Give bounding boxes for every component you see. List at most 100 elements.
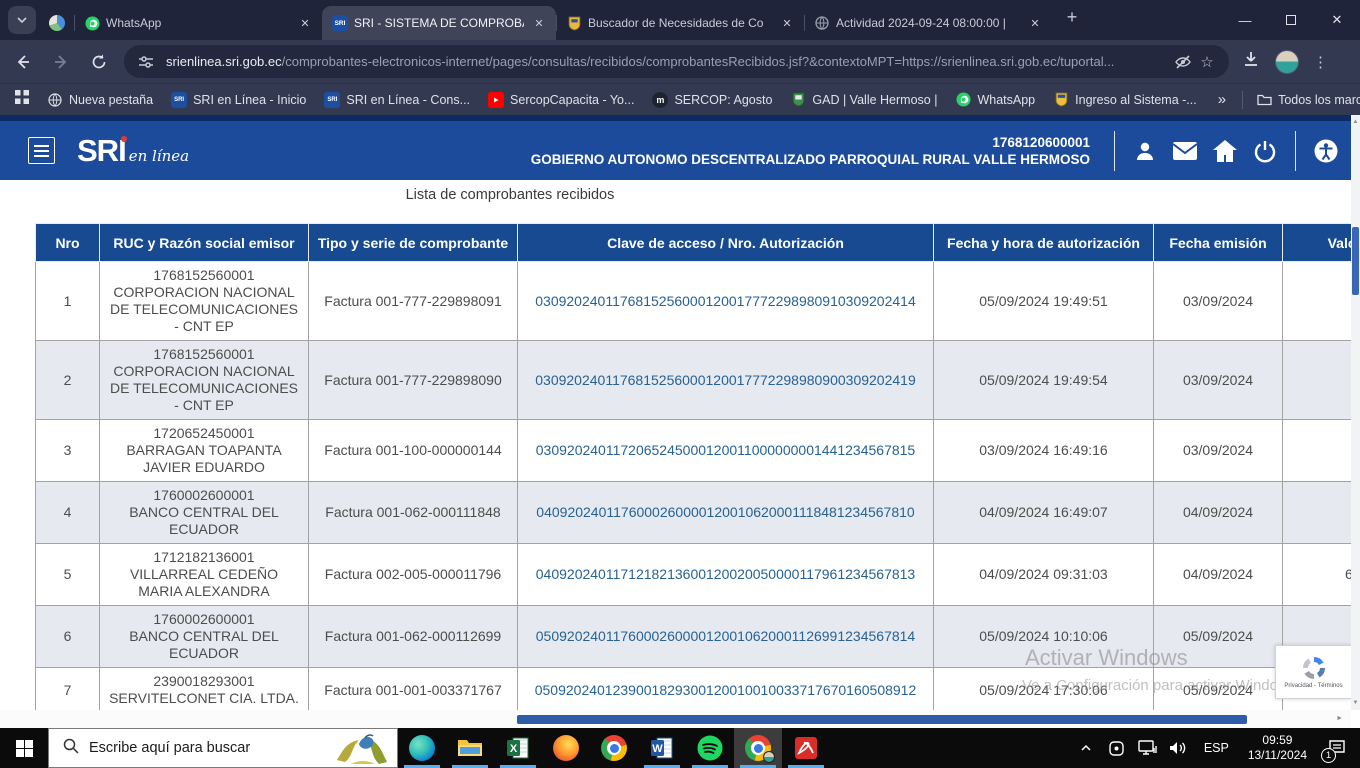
scroll-up-icon[interactable]: ▲ <box>1351 119 1360 125</box>
taskbar-app-explorer[interactable] <box>446 728 494 768</box>
reload-button[interactable] <box>84 47 114 77</box>
bookmarks-overflow-icon[interactable]: » <box>1206 91 1238 108</box>
browser-menu-icon[interactable]: ⋮ <box>1313 53 1328 71</box>
gad-crest-icon <box>790 92 806 108</box>
tab-title: SRI - SISTEMA DE COMPROBAN <box>354 16 524 30</box>
cell-ruc-razon: 1760002600001BANCO CENTRAL DEL ECUADOR <box>100 606 309 668</box>
forward-button[interactable] <box>46 47 76 77</box>
window-close-button[interactable]: ✕ <box>1314 0 1360 40</box>
url-bar[interactable]: srienlinea.sri.gob.ec/comprobantes-elect… <box>124 45 1229 78</box>
download-icon[interactable] <box>1241 49 1261 74</box>
tray-app-icon[interactable] <box>1105 735 1129 761</box>
vertical-scrollbar[interactable]: ▲ ▼ <box>1351 115 1360 710</box>
new-tab-button[interactable]: + <box>1058 3 1086 31</box>
taskbar-app-chrome-active[interactable] <box>734 728 782 768</box>
clave-link[interactable]: 0309202401176815256000120017772298980910… <box>535 293 915 309</box>
window-minimize-button[interactable]: — <box>1222 0 1268 40</box>
taskbar-app-acrobat[interactable] <box>782 728 830 768</box>
tray-network-display-icon[interactable] <box>1136 735 1160 761</box>
site-settings-icon[interactable] <box>134 50 158 74</box>
all-bookmarks-button[interactable]: Todos los marcadores <box>1247 88 1360 112</box>
url-text[interactable]: srienlinea.sri.gob.ec/comprobantes-elect… <box>166 54 1171 69</box>
clave-link[interactable]: 0409202401171218213600120020050000117961… <box>536 566 915 582</box>
whatsapp-icon <box>84 15 100 31</box>
mail-icon[interactable] <box>1165 135 1205 167</box>
clave-link[interactable]: 0509202401239001829300120010010033717670… <box>535 682 917 698</box>
taskbar-app-excel[interactable]: X <box>494 728 542 768</box>
user-icon[interactable] <box>1125 135 1165 167</box>
col-header-tipo: Tipo y serie de comprobante <box>309 224 518 262</box>
vertical-scroll-thumb[interactable] <box>1352 227 1359 295</box>
tray-language-indicator[interactable]: ESP <box>1198 741 1235 755</box>
reload-icon <box>90 53 108 71</box>
bookmark-sercop-agosto[interactable]: m SERCOP: Agosto <box>643 88 781 112</box>
tab-close-icon[interactable]: ✕ <box>530 14 548 32</box>
taskbar-app-chrome[interactable] <box>590 728 638 768</box>
tray-volume-icon[interactable] <box>1167 735 1191 761</box>
notification-center-button[interactable]: 1 <box>1320 728 1354 768</box>
recaptcha-terms[interactable]: Privacidad - Términos <box>1284 683 1342 689</box>
clave-link[interactable]: 0509202401176000260000120010620001126991… <box>536 628 915 644</box>
horizontal-scrollbar[interactable]: ► <box>0 710 1351 728</box>
tab-buscador[interactable]: Buscador de Necesidades de Co ✕ <box>556 6 804 40</box>
taskbar-app-word[interactable]: W <box>638 728 686 768</box>
tab-search-button[interactable] <box>8 6 36 34</box>
tray-clock[interactable]: 09:59 13/11/2024 <box>1242 733 1313 763</box>
cell-nro: 4 <box>36 482 100 544</box>
col-header-clave: Clave de acceso / Nro. Autorización <box>518 224 934 262</box>
eye-off-icon[interactable] <box>1171 50 1195 74</box>
bookmark-sri-inicio[interactable]: SRI SRI en Línea - Inicio <box>162 88 315 112</box>
scroll-right-icon[interactable]: ► <box>1336 715 1343 722</box>
taskbar-app-edge[interactable] <box>398 728 446 768</box>
bookmark-sercopcapacita[interactable]: SercopCapacita - Yo... <box>479 88 643 112</box>
search-input[interactable] <box>89 740 319 756</box>
search-highlight-image[interactable] <box>329 730 395 768</box>
table-row: 3 1720652450001BARRAGAN TOAPANTA JAVIER … <box>36 420 1360 482</box>
cell-clave: 0509202401176000260000120010620001126991… <box>518 606 934 668</box>
bookmark-ingreso-sistema[interactable]: Ingreso al Sistema -... <box>1044 88 1206 112</box>
cell-clave: 0309202401176815256000120017772298980900… <box>518 341 934 420</box>
window-restore-button[interactable] <box>1268 0 1314 40</box>
clave-link[interactable]: 0309202401176815256000120017772298980900… <box>535 372 915 388</box>
clave-link[interactable]: 0309202401172065245000120011000000001441… <box>536 442 915 458</box>
cell-fecha-emi: 03/09/2024 <box>1154 341 1283 420</box>
back-button[interactable] <box>8 47 38 77</box>
windows-logo-icon <box>16 740 33 757</box>
pinned-tab[interactable] <box>40 6 74 40</box>
scroll-down-icon[interactable]: ▼ <box>1351 700 1360 706</box>
tab-close-icon[interactable]: ✕ <box>778 14 796 32</box>
tray-chevron-up-icon[interactable] <box>1074 735 1098 761</box>
home-icon[interactable] <box>1205 135 1245 167</box>
taskbar-search[interactable] <box>48 728 398 768</box>
acrobat-icon <box>794 736 818 760</box>
taskbar-app-firefox[interactable] <box>542 728 590 768</box>
tab-sri-active[interactable]: SRI SRI - SISTEMA DE COMPROBAN ✕ <box>322 6 556 40</box>
sri-logo[interactable]: SRI en línea <box>77 133 189 169</box>
tab-close-icon[interactable]: ✕ <box>1026 14 1044 32</box>
power-icon[interactable] <box>1245 135 1285 167</box>
tab-actividad[interactable]: Actividad 2024-09-24 08:00:00 | ✕ <box>804 6 1052 40</box>
start-button[interactable] <box>0 728 48 768</box>
url-path: /comprobantes-electronicos-internet/page… <box>282 54 1115 69</box>
tab-close-icon[interactable]: ✕ <box>296 14 314 32</box>
profile-avatar[interactable] <box>1275 50 1299 74</box>
bookmark-star-icon[interactable]: ☆ <box>1195 50 1219 74</box>
accessibility-icon[interactable] <box>1306 135 1346 167</box>
bookmark-label: Todos los marcadores <box>1278 93 1360 107</box>
menu-hamburger-button[interactable] <box>28 137 55 164</box>
horizontal-scroll-thumb[interactable] <box>517 715 1247 724</box>
cell-nro: 2 <box>36 341 100 420</box>
bookmark-sri-consultas[interactable]: SRI SRI en Línea - Cons... <box>315 88 479 112</box>
forward-icon <box>52 53 70 71</box>
bookmark-whatsapp[interactable]: WhatsApp <box>946 88 1044 112</box>
recaptcha-badge[interactable]: Privacidad - Términos <box>1275 645 1351 699</box>
taskbar-app-spotify[interactable] <box>686 728 734 768</box>
cell-valor <box>1283 482 1360 544</box>
bookmark-nueva-pestana[interactable]: Nueva pestaña <box>38 88 162 112</box>
tab-whatsapp[interactable]: WhatsApp ✕ <box>74 6 322 40</box>
bookmark-label: SRI en Línea - Cons... <box>346 93 470 107</box>
bookmark-gad-valle-hermoso[interactable]: GAD | Valle Hermoso | <box>781 88 946 112</box>
clave-link[interactable]: 0409202401176000260000120010620001118481… <box>536 504 914 520</box>
apps-grid-icon[interactable] <box>14 89 30 110</box>
activate-windows-watermark-sub: Ve a Configuración para activar Windows. <box>1022 677 1300 694</box>
